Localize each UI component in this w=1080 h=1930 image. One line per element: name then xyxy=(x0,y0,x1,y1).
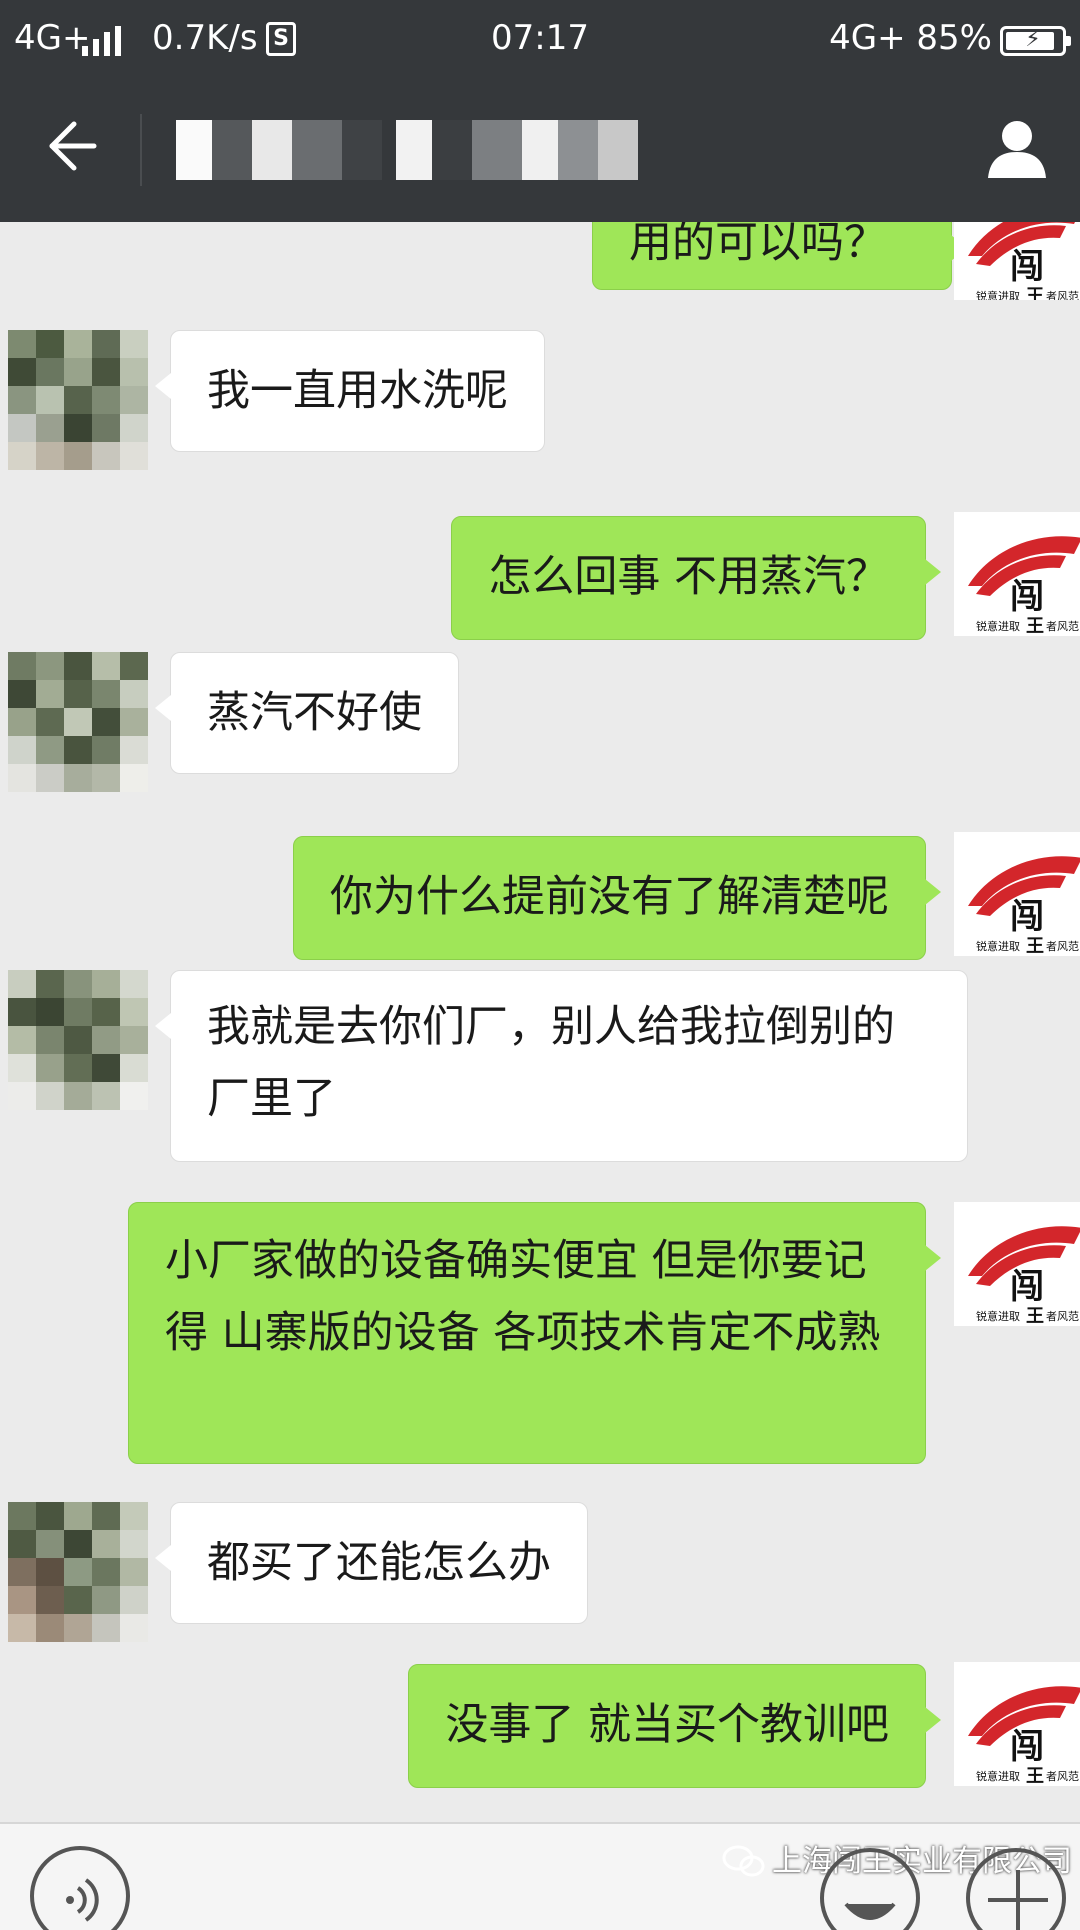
brand-logo-icon: 闯 锐意进取 王 者风范 xyxy=(954,1662,1080,1786)
message-bubble-incoming[interactable]: 蒸汽不好使 xyxy=(155,652,459,774)
brand-avatar[interactable]: 闯 锐意进取 王 者风范 xyxy=(954,1202,1080,1326)
svg-text:锐意进取: 锐意进取 xyxy=(976,939,1020,953)
contact-avatar-obscured[interactable] xyxy=(8,330,148,470)
svg-text:王: 王 xyxy=(1026,1766,1044,1786)
brand-logo-icon: 闯 锐意进取 王 者风范 xyxy=(954,222,1080,300)
svg-text:闯: 闯 xyxy=(1010,247,1044,287)
message-row-outgoing: 小厂家做的设备确实便宜 但是你要记得 山寨版的设备 各项技术肯定不成熟 闯 锐意… xyxy=(0,1202,1080,1464)
back-button[interactable] xyxy=(36,110,106,180)
contact-avatar-obscured[interactable] xyxy=(8,970,148,1110)
svg-text:锐意进取: 锐意进取 xyxy=(976,1309,1020,1323)
message-bubble-outgoing[interactable]: 没事了 就当买个教训吧 xyxy=(408,1664,941,1788)
header-divider xyxy=(140,114,142,186)
brand-avatar[interactable]: 闯 锐意进取 王 者风范 xyxy=(954,832,1080,956)
brand-logo-icon: 闯 锐意进取 王 者风范 xyxy=(954,832,1080,956)
voice-icon xyxy=(66,1878,99,1922)
network-and-battery: 4G+ 85% xyxy=(829,14,992,62)
contact-avatar-obscured[interactable] xyxy=(8,1502,148,1642)
battery-icon: ⚡ xyxy=(1000,26,1071,56)
svg-text:王: 王 xyxy=(1026,1306,1044,1326)
brand-logo-icon: 闯 锐意进取 王 者风范 xyxy=(954,512,1080,636)
svg-text:锐意进取: 锐意进取 xyxy=(976,1769,1020,1783)
input-toolbar: 上海闯王实业有限公司 xyxy=(0,1822,1080,1930)
chat-info-button[interactable] xyxy=(982,114,1052,184)
message-row-incoming: 蒸汽不好使 xyxy=(0,652,1080,792)
svg-text:锐意进取: 锐意进取 xyxy=(976,619,1020,633)
message-bubble-outgoing[interactable]: 怎么回事 不用蒸汽？ xyxy=(451,516,941,640)
brand-logo-icon: 闯 锐意进取 王 者风范 xyxy=(954,1202,1080,1326)
network-type-right: 4G+ xyxy=(829,18,906,58)
message-row-outgoing: 用的可以吗？ 闯 锐意进取 王 者风范 xyxy=(0,222,1080,312)
svg-text:者风范: 者风范 xyxy=(1046,939,1079,953)
message-bubble-incoming[interactable]: 我一直用水洗呢 xyxy=(155,330,545,452)
message-row-outgoing: 怎么回事 不用蒸汽？ 闯 锐意进取 王 者风范 xyxy=(0,492,1080,640)
svg-text:王: 王 xyxy=(1026,616,1044,636)
voice-input-button[interactable] xyxy=(30,1846,130,1930)
svg-text:者风范: 者风范 xyxy=(1046,1769,1079,1783)
contact-avatar-obscured[interactable] xyxy=(8,652,148,792)
chat-title-obscured xyxy=(176,120,656,180)
svg-text:者风范: 者风范 xyxy=(1046,619,1079,633)
message-bubble-incoming[interactable]: 我就是去你们厂，别人给我拉倒别的厂里了 xyxy=(155,970,968,1162)
brand-avatar[interactable]: 闯 锐意进取 王 者风范 xyxy=(954,512,1080,636)
brand-avatar[interactable]: 闯 锐意进取 王 者风范 xyxy=(954,222,1080,300)
back-arrow-icon xyxy=(49,121,97,171)
svg-text:者风范: 者风范 xyxy=(1046,1309,1079,1323)
emoji-button[interactable] xyxy=(820,1848,920,1930)
message-row-outgoing: 你为什么提前没有了解清楚呢 闯 锐意进取 王 者风范 xyxy=(0,812,1080,960)
message-row-incoming: 都买了还能怎么办 xyxy=(0,1502,1080,1642)
message-bubble-incoming[interactable]: 都买了还能怎么办 xyxy=(155,1502,588,1624)
message-bubble-outgoing[interactable]: 你为什么提前没有了解清楚呢 xyxy=(293,836,941,960)
svg-text:者风范: 者风范 xyxy=(1046,289,1079,300)
message-bubble-outgoing[interactable]: 用的可以吗？ xyxy=(592,222,967,290)
svg-text:锐意进取: 锐意进取 xyxy=(976,289,1020,300)
emoji-icon xyxy=(844,1902,896,1920)
svg-text:闯: 闯 xyxy=(1010,1727,1044,1767)
message-bubble-outgoing[interactable]: 小厂家做的设备确实便宜 但是你要记得 山寨版的设备 各项技术肯定不成熟 xyxy=(128,1202,941,1464)
message-row-incoming: 我一直用水洗呢 xyxy=(0,330,1080,470)
svg-text:王: 王 xyxy=(1026,936,1044,956)
chat-header xyxy=(0,80,1080,222)
person-icon xyxy=(988,121,1046,178)
svg-text:王: 王 xyxy=(1026,286,1044,300)
svg-text:闯: 闯 xyxy=(1010,897,1044,937)
svg-text:闯: 闯 xyxy=(1010,1267,1044,1307)
battery-percent: 85% xyxy=(916,18,992,58)
message-row-outgoing: 没事了 就当买个教训吧 闯 锐意进取 王 者风范 xyxy=(0,1662,1080,1802)
message-row-incoming: 我就是去你们厂，别人给我拉倒别的厂里了 xyxy=(0,970,1080,1170)
brand-avatar[interactable]: 闯 锐意进取 王 者风范 xyxy=(954,1662,1080,1786)
status-bar: 4G+ 0.7K/s S 07:17 4G+ 85% ⚡ xyxy=(0,0,1080,80)
message-list: 用的可以吗？ 闯 锐意进取 王 者风范 我一直用水洗呢 怎么回事 不用蒸汽？ 闯… xyxy=(0,222,1080,1822)
svg-text:闯: 闯 xyxy=(1010,577,1044,617)
wechat-icon xyxy=(722,1845,765,1877)
